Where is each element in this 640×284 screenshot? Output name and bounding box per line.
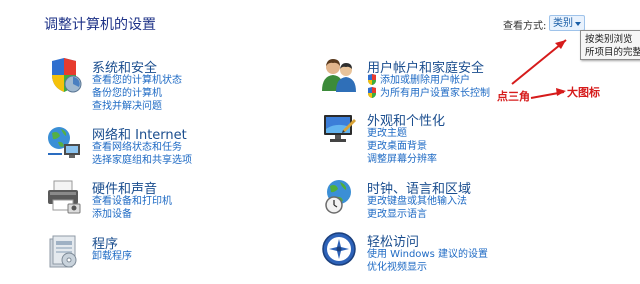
arrow-to-dropdown [511,39,567,85]
annotation-dropdown-arrow: 点三角 [497,90,530,103]
annotation-large-icons: 大图标 [567,86,600,99]
annotation-arrows [511,39,567,99]
arrowhead [556,88,566,96]
